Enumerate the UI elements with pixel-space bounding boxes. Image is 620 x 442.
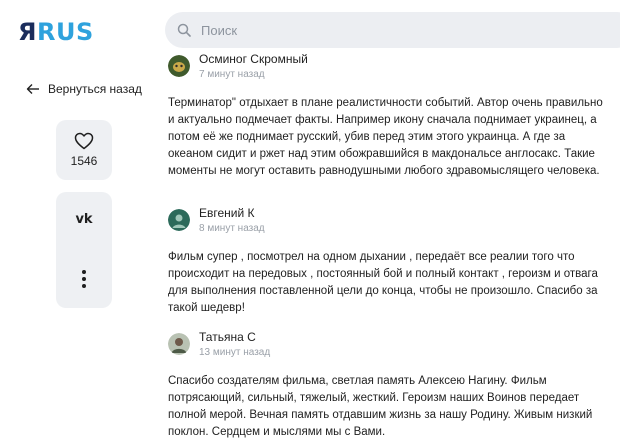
vk-icon[interactable]: vk [56,212,112,227]
logo-rus: RUS [36,18,94,46]
search-input[interactable] [199,21,583,39]
comment-item: Осминог Скромный 7 минут назад Терминато… [168,52,608,180]
comment-item: Евгений К 8 минут назад Фильм супер , по… [168,206,608,317]
back-label: Вернуться назад [48,82,142,96]
search-icon [177,23,191,37]
comment-author[interactable]: Осминог Скромный [199,52,308,67]
back-link[interactable]: Вернуться назад [26,82,142,96]
comment-author[interactable]: Татьяна С [199,330,270,345]
more-vertical-icon[interactable] [81,270,87,291]
comment-text: Терминатор" отдыхает в плане реалистично… [168,97,603,177]
comment-header: Евгений К 8 минут назад [168,206,608,235]
comment-time: 7 минут назад [199,69,265,80]
share-panel: vk [56,192,112,308]
comment-header: Осминог Скромный 7 минут назад [168,52,608,81]
avatar[interactable] [168,55,190,77]
comment-text: Фильм супер , посмотрел на одном дыхании… [168,251,598,314]
heart-icon [74,132,94,150]
like-button[interactable]: 1546 [56,120,112,180]
comment-text: Спасибо создателям фильма, светлая памят… [168,375,593,438]
site-logo[interactable]: ЯRUS [18,18,94,46]
comment-header: Татьяна С 13 минут назад [168,330,608,359]
comment-author[interactable]: Евгений К [199,206,265,221]
avatar[interactable] [168,333,190,355]
logo-ya: Я [18,18,37,46]
comment-time: 8 минут назад [199,223,265,234]
search-bar[interactable] [165,12,620,48]
comment-time: 13 минут назад [199,347,271,358]
arrow-left-icon [26,84,39,94]
avatar[interactable] [168,209,190,231]
likes-count: 1546 [70,154,98,168]
comment-item: Татьяна С 13 минут назад Спасибо создате… [168,330,608,441]
